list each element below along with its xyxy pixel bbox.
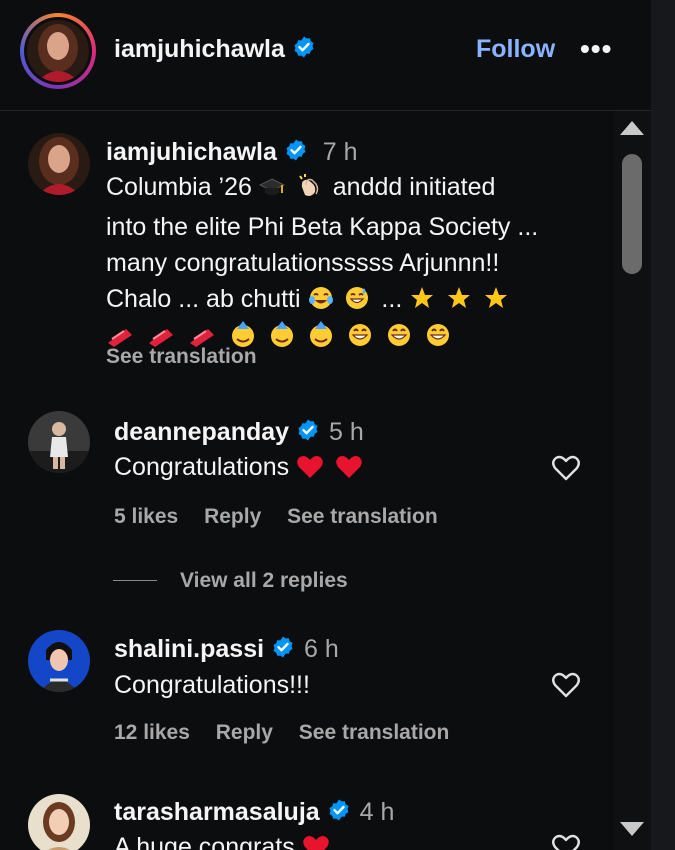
- beaming-face-icon: [424, 321, 452, 359]
- window-edge: [651, 0, 675, 850]
- like-heart-icon[interactable]: [551, 454, 581, 482]
- post-header: iamjuhichawla Follow •••: [0, 0, 651, 111]
- like-heart-icon[interactable]: [551, 833, 581, 850]
- caption-text: Columbia ’26 anddd initiated into the el…: [106, 169, 586, 359]
- more-options-icon[interactable]: •••: [580, 33, 612, 65]
- scroll-down-arrow-icon[interactable]: [620, 822, 644, 836]
- verified-icon: [292, 35, 316, 66]
- avatar: [27, 20, 89, 82]
- see-translation-button[interactable]: See translation: [287, 505, 438, 528]
- caption-author: iamjuhichawla 7 h: [106, 138, 358, 169]
- red-heart-icon: [296, 453, 324, 489]
- caption-line-1: Columbia ’26: [106, 173, 252, 201]
- party-face-icon: [268, 321, 296, 359]
- verified-icon: [296, 418, 320, 449]
- comment-text: Congratulations: [114, 453, 290, 481]
- comment-text: Congratulations!!!: [114, 671, 310, 699]
- comment-text: A huge congrats: [114, 833, 295, 850]
- likes-count[interactable]: 5 likes: [114, 505, 178, 528]
- post-author-username[interactable]: iamjuhichawla: [114, 35, 285, 63]
- beaming-face-icon: [346, 321, 374, 359]
- caption-ellipsis: ...: [381, 285, 403, 313]
- caption-time: 7 h: [322, 138, 358, 167]
- comment-username[interactable]: tarasharmasaluja: [114, 798, 320, 826]
- comment-time: 5 h: [328, 418, 364, 447]
- caption-line-4: Chalo ... ab chutti: [106, 285, 301, 313]
- graduation-cap-icon: [258, 173, 285, 209]
- likes-count[interactable]: 12 likes: [114, 721, 190, 744]
- comment-author: deannepanday 5 h: [114, 418, 364, 449]
- replies-divider: [113, 580, 157, 581]
- caption-line-3: many congratulationsssss Arjunnn!!: [106, 249, 500, 277]
- scrollbar-thumb[interactable]: [622, 154, 642, 274]
- avatar[interactable]: [28, 133, 90, 195]
- scrollbar[interactable]: [614, 111, 651, 850]
- follow-button[interactable]: Follow: [476, 35, 555, 64]
- comment-username[interactable]: deannepanday: [114, 418, 289, 446]
- party-face-icon: [307, 321, 335, 359]
- comment-actions: 5 likes Reply See translation: [114, 505, 458, 529]
- star-icon: [446, 285, 472, 321]
- reply-button[interactable]: Reply: [216, 721, 273, 744]
- avatar[interactable]: [28, 411, 90, 473]
- comment-time: 6 h: [303, 635, 339, 664]
- red-heart-icon: [335, 453, 363, 489]
- clapping-hands-icon: [296, 173, 322, 209]
- comment-text-row: A huge congrats: [114, 829, 334, 850]
- caption-line-2: into the elite Phi Beta Kappa Society ..…: [106, 213, 539, 241]
- comment-author: tarasharmasaluja 4 h: [114, 798, 394, 829]
- verified-icon: [271, 635, 295, 666]
- caption-line-1-rest: anddd initiated: [332, 173, 496, 201]
- like-heart-icon[interactable]: [551, 671, 581, 699]
- reply-button[interactable]: Reply: [204, 505, 261, 528]
- comment-text-row: Congratulations: [114, 449, 367, 489]
- red-heart-icon: [302, 833, 330, 850]
- grinning-sweat-icon: [344, 285, 370, 321]
- comment-author: shalini.passi 6 h: [114, 635, 339, 666]
- comment-actions: 12 likes Reply See translation: [114, 721, 469, 745]
- avatar[interactable]: [28, 630, 90, 692]
- verified-icon: [327, 798, 351, 829]
- scroll-up-arrow-icon[interactable]: [620, 121, 644, 135]
- star-icon: [483, 285, 509, 321]
- caption-username[interactable]: iamjuhichawla: [106, 138, 277, 166]
- avatar[interactable]: [28, 794, 90, 850]
- star-icon: [409, 285, 435, 321]
- comments-list: iamjuhichawla 7 h Columbia ’26 anddd ini…: [0, 111, 614, 850]
- story-ring-avatar[interactable]: [20, 13, 96, 89]
- beaming-face-icon: [385, 321, 413, 359]
- verified-icon: [284, 138, 308, 169]
- caption-see-translation[interactable]: See translation: [106, 345, 257, 369]
- tears-of-joy-icon: [308, 285, 334, 321]
- see-translation-button[interactable]: See translation: [299, 721, 450, 744]
- post-comments-panel: iamjuhichawla Follow ••• iamjuhichawla 7…: [0, 0, 651, 850]
- comment-time: 4 h: [359, 798, 395, 827]
- comment-username[interactable]: shalini.passi: [114, 635, 264, 663]
- view-replies-button[interactable]: View all 2 replies: [180, 569, 348, 593]
